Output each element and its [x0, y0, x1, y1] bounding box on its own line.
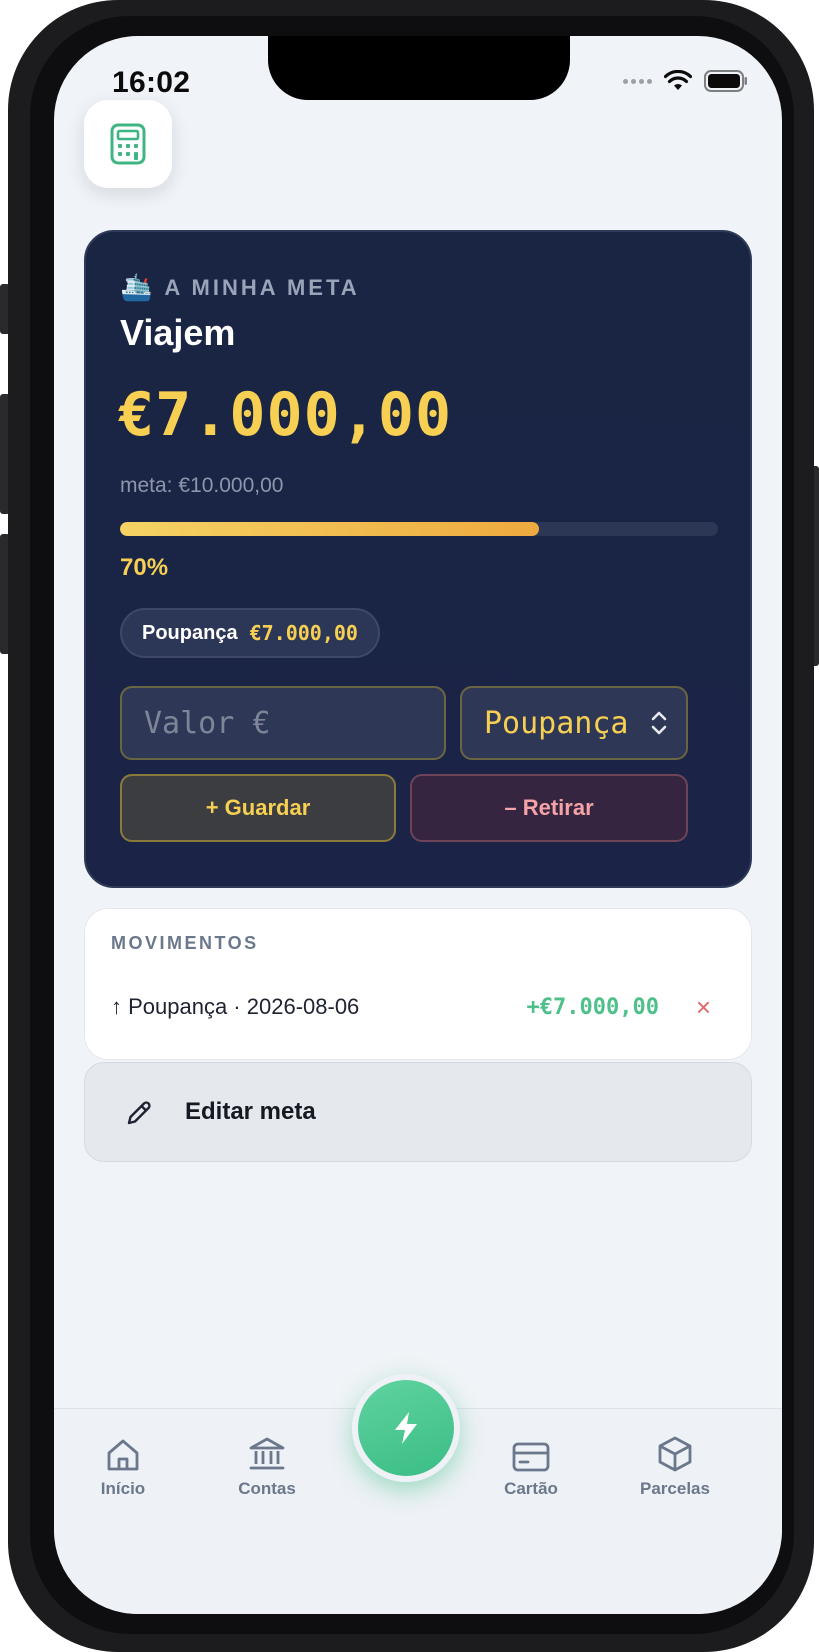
movements-card: MOVIMENTOS ↑ Poupança · 2026-08-06 +€7.0… — [84, 908, 752, 1060]
delete-movement-button[interactable]: × — [696, 992, 711, 1023]
chip-value: €7.000,00 — [249, 621, 358, 645]
tab-cartao[interactable]: Cartão — [476, 1429, 586, 1499]
phone-frame: 16:02 🛳️ A MINHA META Viajem €7.000,00 m… — [8, 0, 814, 1652]
goal-card: 🛳️ A MINHA META Viajem €7.000,00 meta: €… — [84, 230, 752, 888]
ship-icon: 🛳️ — [120, 272, 153, 302]
goal-name: Viajem — [120, 312, 236, 353]
screen: 16:02 🛳️ A MINHA META Viajem €7.000,00 m… — [54, 36, 782, 1614]
tab-inicio-label: Início — [100, 1479, 146, 1498]
tab-parcelas-label: Parcelas — [640, 1479, 710, 1498]
tab-contas-label: Contas — [238, 1479, 296, 1498]
goal-amount: €7.000,00 — [118, 380, 453, 450]
goal-eyebrow: 🛳️ A MINHA META — [120, 272, 360, 303]
tab-contas[interactable]: Contas — [212, 1429, 322, 1499]
edit-goal-button[interactable]: Editar meta — [84, 1062, 752, 1162]
tab-parcelas[interactable]: Parcelas — [620, 1429, 730, 1499]
status-icons — [623, 70, 748, 92]
goal-eyebrow-label: A MINHA META — [164, 274, 360, 300]
wifi-icon — [664, 70, 692, 90]
movement-row: ↑ Poupança · 2026-08-06 +€7.000,00 × — [111, 987, 731, 1027]
amount-input[interactable] — [120, 686, 446, 760]
pencil-icon — [127, 1101, 151, 1125]
account-balance-chip: Poupança €7.000,00 — [120, 608, 380, 658]
status-time: 16:02 — [112, 66, 191, 99]
movements-title: MOVIMENTOS — [111, 933, 259, 953]
chip-account: Poupança — [142, 621, 238, 644]
progress-bar — [120, 522, 718, 536]
quick-action-button[interactable] — [352, 1374, 460, 1482]
home-icon — [107, 1439, 139, 1471]
save-button[interactable]: + Guardar — [120, 774, 396, 842]
edit-goal-label: Editar meta — [185, 1098, 316, 1125]
tab-inicio[interactable]: Início — [68, 1429, 178, 1499]
withdraw-button[interactable]: – Retirar — [410, 774, 688, 842]
calculator-icon — [110, 123, 146, 165]
chevron-updown-icon — [651, 711, 667, 735]
credit-card-icon — [512, 1442, 550, 1472]
bank-icon — [249, 1437, 285, 1470]
tab-cartao-label: Cartão — [504, 1479, 558, 1498]
movement-amount: +€7.000,00 — [526, 994, 659, 1020]
signal-icon — [623, 78, 652, 84]
lightning-icon — [395, 1412, 417, 1444]
account-select-value: Poupança — [484, 705, 629, 741]
goal-target: meta: €10.000,00 — [120, 474, 284, 497]
notch — [268, 36, 570, 100]
movement-description: ↑ Poupança · 2026-08-06 — [111, 994, 360, 1019]
progress-fill — [120, 522, 539, 536]
calculator-button[interactable] — [84, 100, 172, 188]
account-select[interactable]: Poupança — [460, 686, 688, 760]
box-icon — [658, 1436, 692, 1472]
battery-icon — [704, 70, 747, 92]
progress-percent: 70% — [120, 554, 169, 581]
